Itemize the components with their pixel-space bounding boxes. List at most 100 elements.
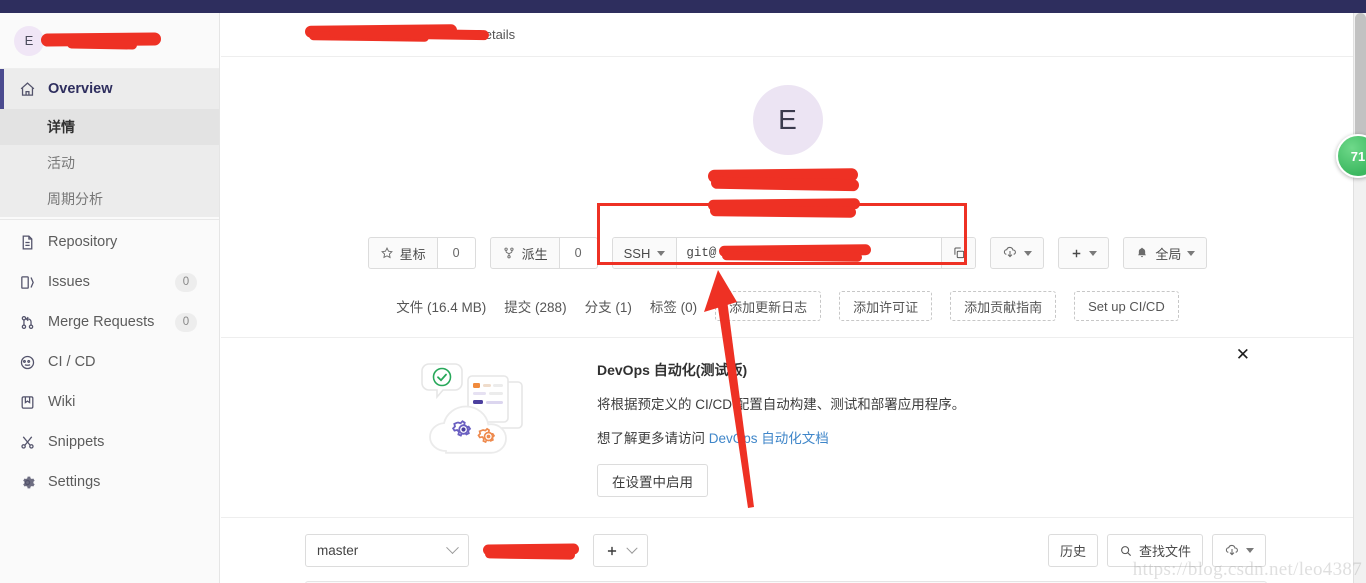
project-title-redacted xyxy=(221,168,1354,192)
gear-icon xyxy=(18,473,36,491)
chevron-down-icon xyxy=(626,542,638,554)
stat-files[interactable]: 文件 (16.4 MB) xyxy=(396,296,486,316)
star-button-group[interactable]: 星标 0 xyxy=(367,237,476,269)
sidebar-subitem-activity[interactable]: 活动 xyxy=(0,145,219,181)
branch-selector-label: master xyxy=(317,543,359,558)
sidebar-subitem-label: 周期分析 xyxy=(47,191,103,207)
project-hero-avatar: E xyxy=(752,85,823,155)
file-path-redacted xyxy=(482,542,580,560)
add-license-button[interactable]: 添加许可证 xyxy=(839,291,933,321)
stat-branches[interactable]: 分支 (1) xyxy=(585,296,632,316)
devops-banner-title: DevOps 自动化(测试版) xyxy=(597,362,748,378)
branch-selector[interactable]: master xyxy=(305,534,469,567)
fork-icon xyxy=(504,247,514,259)
app-window: E Overview 详情 活动 周期分析 Repository Issues … xyxy=(0,0,1366,583)
pipeline-icon xyxy=(18,353,36,371)
project-sidebar: E Overview 详情 活动 周期分析 Repository Issues … xyxy=(0,13,220,583)
sidebar-item-merge-requests[interactable]: Merge Requests 0 xyxy=(0,302,219,342)
copy-url-button[interactable] xyxy=(941,238,976,268)
sidebar-item-label: Merge Requests xyxy=(48,314,155,330)
star-icon xyxy=(380,247,393,259)
sidebar-item-snippets[interactable]: Snippets xyxy=(0,422,219,462)
setup-cicd-button[interactable]: Set up CI/CD xyxy=(1074,291,1179,321)
sidebar-badge-issues: 0 xyxy=(175,272,197,292)
fork-button[interactable]: 派生 xyxy=(489,237,560,269)
cloud-gears-illustration xyxy=(421,363,523,454)
page-scrollbar[interactable] xyxy=(1353,13,1366,583)
chevron-down-icon xyxy=(1187,250,1196,256)
breadcrumb-items[interactable]: › Details xyxy=(304,23,515,42)
plus-icon xyxy=(607,546,617,555)
stat-tags[interactable]: 标签 (0) xyxy=(650,296,697,316)
top-navigation-bar[interactable] xyxy=(0,0,1366,13)
star-button-label: 星标 xyxy=(399,246,426,262)
document-icon xyxy=(18,233,36,251)
bell-icon xyxy=(1138,247,1147,258)
issues-icon xyxy=(18,273,36,291)
devops-banner-description: 将根据预定义的 CI/CD 配置自动构建、测试和部署应用程序。 xyxy=(597,397,966,412)
copy-icon xyxy=(954,247,965,259)
history-button[interactable]: 历史 xyxy=(1047,534,1098,567)
fork-count: 0 xyxy=(559,237,598,269)
chevron-down-icon xyxy=(1089,250,1098,256)
floating-count-value: 71 xyxy=(1350,148,1366,164)
main-content: › Details E xyxy=(221,13,1354,583)
breadcrumb: › Details xyxy=(221,13,1354,57)
devops-banner-text: DevOps 自动化(测试版) 将根据预定义的 CI/CD 配置自动构建、测试和… xyxy=(597,354,1017,497)
add-file-dropdown-button[interactable] xyxy=(593,534,648,567)
close-icon[interactable]: ✕ xyxy=(1236,346,1250,363)
add-changelog-button[interactable]: 添加更新日志 xyxy=(715,291,822,321)
sidebar-item-repository[interactable]: Repository xyxy=(0,222,219,262)
project-name-redacted xyxy=(40,32,173,50)
sidebar-subitem-cycle-analytics[interactable]: 周期分析 xyxy=(0,181,219,217)
sidebar-divider xyxy=(0,219,219,220)
clone-url-input[interactable]: git@ :com_tfs/Emal xyxy=(677,238,942,268)
history-button-label: 历史 xyxy=(1059,544,1086,559)
enable-in-settings-button[interactable]: 在设置中启用 xyxy=(597,464,708,497)
merge-icon xyxy=(18,313,36,331)
chevron-down-icon xyxy=(446,541,459,555)
chevron-down-icon xyxy=(1246,548,1254,553)
sidebar-item-label: CI / CD xyxy=(48,354,96,370)
devops-banner-more: 想了解更多请访问 DevOps 自动化文档 xyxy=(597,427,1017,447)
sidebar-item-label: Issues xyxy=(48,274,90,290)
project-hero-initial: E xyxy=(778,104,797,135)
book-icon xyxy=(18,393,36,411)
notification-label: 全局 xyxy=(1155,246,1182,262)
clone-protocol-label: SSH xyxy=(623,245,651,261)
sidebar-subitem-label: 详情 xyxy=(47,119,75,135)
sidebar-item-ci-cd[interactable]: CI / CD xyxy=(0,342,219,382)
project-subtitle-redacted xyxy=(221,198,1354,218)
download-dropdown-button[interactable] xyxy=(990,237,1045,269)
sidebar-project-header[interactable]: E xyxy=(0,13,219,69)
sidebar-badge-merge-requests: 0 xyxy=(175,312,197,332)
add-contribution-guide-button[interactable]: 添加贡献指南 xyxy=(950,291,1057,321)
project-actions: 星标 0 派生 0 SSH git@ 全局 xyxy=(221,237,1354,269)
scissors-icon xyxy=(18,433,36,451)
search-icon xyxy=(1121,545,1132,556)
fork-button-group[interactable]: 派生 0 xyxy=(489,237,598,269)
find-file-button-label: 查找文件 xyxy=(1138,544,1191,559)
star-button[interactable]: 星标 xyxy=(367,237,438,269)
sidebar-group-overview: Overview 详情 活动 周期分析 xyxy=(0,69,219,217)
sidebar-item-settings[interactable]: Settings xyxy=(0,462,219,502)
add-dropdown-button[interactable] xyxy=(1058,237,1110,269)
notification-dropdown-button[interactable]: 全局 xyxy=(1123,237,1208,269)
devops-banner-more-prefix: 想了解更多请访问 xyxy=(597,431,709,446)
sidebar-item-overview[interactable]: Overview xyxy=(0,69,219,109)
sidebar-item-wiki[interactable]: Wiki xyxy=(0,382,219,422)
clone-url-widget[interactable]: SSH git@ :com_tfs/Emal xyxy=(611,237,977,269)
devops-banner: DevOps 自动化(测试版) 将根据预定义的 CI/CD 配置自动构建、测试和… xyxy=(221,338,1354,518)
sidebar-item-label: Repository xyxy=(48,234,118,250)
clone-protocol-dropdown[interactable]: SSH xyxy=(612,238,678,268)
sidebar-item-label: Overview xyxy=(48,81,113,97)
watermark-text: https://blog.csdn.net/leo4387 xyxy=(1132,559,1362,580)
fork-button-label: 派生 xyxy=(521,246,548,262)
sidebar-item-label: Wiki xyxy=(48,394,76,410)
stat-commits[interactable]: 提交 (288) xyxy=(504,296,566,316)
sidebar-subitem-details[interactable]: 详情 xyxy=(0,109,219,145)
devops-illustration xyxy=(411,354,551,474)
devops-docs-link[interactable]: DevOps 自动化文档 xyxy=(709,431,829,446)
star-count: 0 xyxy=(437,237,476,269)
sidebar-item-issues[interactable]: Issues 0 xyxy=(0,262,219,302)
